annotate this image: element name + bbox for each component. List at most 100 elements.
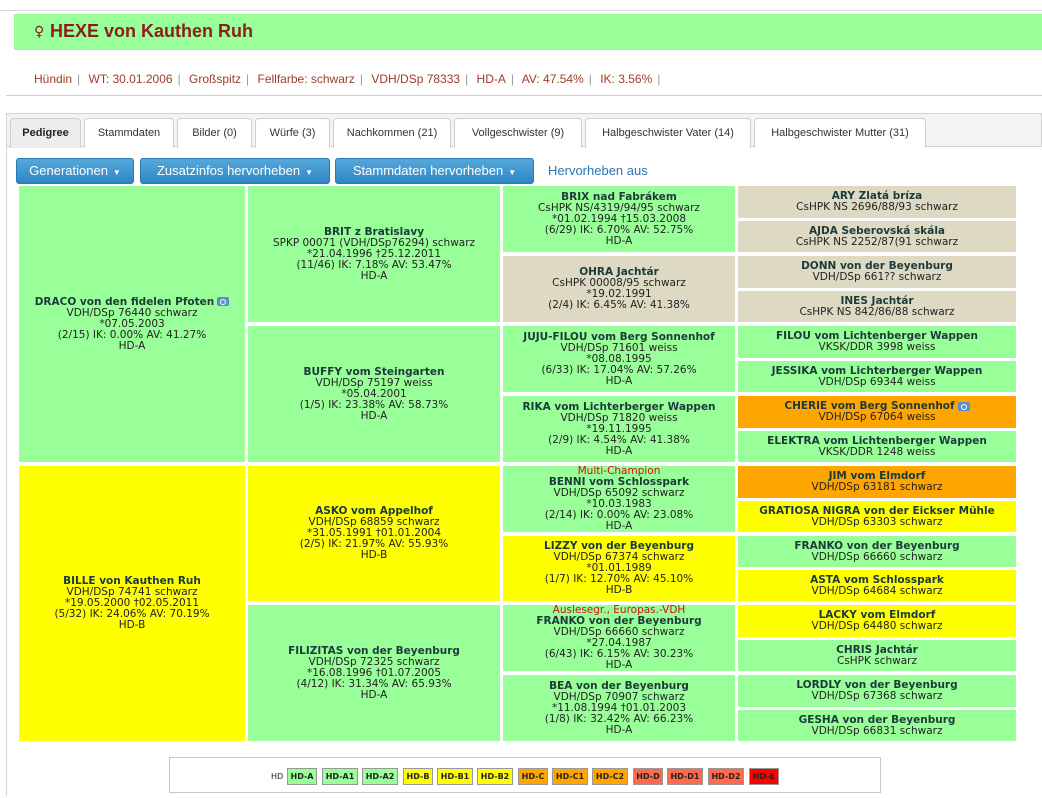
dog-registration: VDH/DSp 67368 schwarz [811, 690, 943, 702]
legend-hd-c: HD-C [518, 768, 548, 785]
pedigree-ancestor-g4[interactable]: GESHA von der Beyenburg VDH/DSp 66831 sc… [738, 710, 1016, 741]
pedigree-ancestor-g4[interactable]: AJDA Seberovská skála CsHPK NS 2252/87(9… [738, 221, 1016, 252]
legend-hd-c1: HD-C1 [552, 768, 588, 785]
highlight-off-link[interactable]: Hervorheben aus [548, 163, 648, 178]
pedigree-great-grandparent[interactable]: Multi-Champion BENNI vom Schlosspark VDH… [503, 466, 735, 532]
female-symbol-icon: ♀ [34, 24, 45, 40]
pedigree-great-grandparent[interactable]: Auslesegr., Europas.-VDH FRANKO von der … [503, 605, 735, 671]
pedigree-ancestor-g4[interactable]: CHRIS Jachtár CsHPK schwarz [738, 640, 1016, 671]
pedigree-dam[interactable]: BILLE von Kauthen Ruh VDH/DSp 74741 schw… [19, 466, 245, 741]
dog-stats: (6/33) IK: 17.04% AV: 57.26% [541, 363, 697, 376]
dog-registration: VDH/DSp 76440 schwarz [66, 306, 198, 319]
legend-hd-d: HD-D [633, 768, 663, 785]
dog-registration: VKSK/DDR 1248 weiss [818, 445, 936, 458]
pedigree-ancestor-g4[interactable]: LACKY vom Elmdorf VDH/DSp 64480 schwarz [738, 605, 1016, 637]
master-data-dropdown-button[interactable]: Stammdaten hervorheben ▼ [335, 158, 534, 184]
dog-name: CHRIS Jachtár [836, 643, 918, 656]
pedigree-sire[interactable]: DRACO von den fidelen Pfoten VDH/DSp 764… [19, 186, 245, 462]
tab-halbgeschwister-mutter[interactable]: Halbgeschwister Mutter (31) [754, 118, 926, 148]
pedigree-ancestor-g4[interactable]: ARY Zlatá bríza CsHPK NS 2696/88/93 schw… [738, 186, 1016, 218]
dog-name: FRANKO von der Beyenburg [794, 539, 960, 552]
pedigree-ancestor-g4[interactable]: FILOU vom Lichtenberger Wappen VKSK/DDR … [738, 326, 1016, 358]
generations-dropdown-button[interactable]: Generationen ▼ [16, 158, 134, 184]
dog-registration: CsHPK NS/4319/94/95 schwarz [538, 201, 700, 214]
dog-stats: (1/8) IK: 32.42% AV: 66.23% [544, 712, 694, 725]
pedigree-grandparent[interactable]: BRIT z Bratislavy SPKP 00071 (VDH/DSp762… [248, 186, 500, 322]
header-divider [6, 95, 1042, 96]
dog-dates: *16.08.1996 †01.07.2005 [306, 666, 442, 679]
pedigree-ancestor-g4[interactable]: DONN von der Beyenburg VDH/DSp 661?? sch… [738, 256, 1016, 288]
camera-icon[interactable] [217, 297, 230, 306]
caret-down-icon: ▼ [305, 168, 313, 177]
dog-registration: VDH/DSp 64480 schwarz [811, 620, 943, 632]
dog-hd: HD-B [118, 619, 146, 631]
dog-dates: *01.02.1994 †15.03.2008 [551, 212, 687, 225]
dog-stats: (4/12) IK: 31.34% AV: 65.93% [296, 677, 452, 690]
pedigree-great-grandparent[interactable]: JUJU-FILOU vom Berg Sonnenhof VDH/DSp 71… [503, 326, 735, 392]
dog-registration: VDH/DSp 69344 weiss [818, 375, 936, 388]
tab-nachkommen[interactable]: Nachkommen (21) [333, 118, 451, 148]
pedigree-ancestor-g4[interactable]: JESSIKA vom Lichterberger Wappen VDH/DSp… [738, 361, 1016, 392]
dog-registration: VKSK/DDR 3998 weiss [818, 341, 936, 353]
dog-registration: VDH/DSp 70907 schwarz [553, 690, 685, 703]
dog-hd: HD-B [360, 549, 388, 561]
legend-hd-b: HD-B [403, 768, 433, 785]
pedigree-great-grandparent[interactable]: LIZZY von der Beyenburg VDH/DSp 67374 sc… [503, 536, 735, 601]
info-registration: VDH/DSp 78333 [371, 72, 461, 86]
dog-registration: VDH/DSp 63303 schwarz [811, 515, 943, 528]
dog-dates: *08.08.1995 [586, 352, 652, 365]
dog-registration: SPKP 00071 (VDH/DSp76294) schwarz [272, 236, 476, 249]
tab-bilder[interactable]: Bilder (0) [177, 118, 252, 148]
dog-hd: HD-A [360, 409, 388, 422]
dog-dates: *11.08.1994 †01.01.2003 [551, 701, 687, 714]
tab-wuerfe[interactable]: Würfe (3) [255, 118, 330, 148]
dog-registration: VDH/DSp 63181 schwarz [811, 481, 943, 493]
tab-vollgeschwister[interactable]: Vollgeschwister (9) [454, 118, 582, 148]
dog-name: DRACO von den fidelen Pfoten [34, 295, 215, 308]
pedigree-ancestor-g4[interactable]: JIM vom Elmdorf VDH/DSp 63181 schwarz [738, 466, 1016, 498]
pedigree-great-grandparent[interactable]: BEA von der Beyenburg VDH/DSp 70907 schw… [503, 675, 735, 741]
pedigree-ancestor-g4[interactable]: FRANKO von der Beyenburg VDH/DSp 66660 s… [738, 536, 1016, 567]
dog-hd: HD-A [118, 339, 146, 352]
pedigree-ancestor-g4[interactable]: CHERIE vom Berg Sonnenhof VDH/DSp 67064 … [738, 396, 1016, 428]
dog-stats: (11/46) IK: 7.18% AV: 53.47% [296, 258, 452, 271]
legend-hd-d1: HD-D1 [667, 768, 703, 785]
legend-hd-b1: HD-B1 [437, 768, 473, 785]
dog-registration: VDH/DSp 67064 weiss [818, 411, 936, 423]
pedigree-ancestor-g4[interactable]: GRATIOSA NIGRA von der Eickser Mühle VDH… [738, 501, 1016, 532]
dog-name: ELEKTRA vom Lichtenberger Wappen [767, 434, 987, 447]
dog-registration: CsHPK schwarz [836, 654, 917, 667]
dog-dates: *07.05.2003 [99, 317, 165, 330]
pedigree-great-grandparent[interactable]: OHRA Jachtár CsHPK 00008/95 schwarz *19.… [503, 256, 735, 322]
caret-down-icon: ▼ [112, 168, 121, 177]
pedigree-ancestor-g4[interactable]: LORDLY von der Beyenburg VDH/DSp 67368 s… [738, 675, 1016, 707]
dog-registration: CsHPK NS 2696/88/93 schwarz [796, 201, 958, 213]
pedigree-ancestor-g4[interactable]: INES Jachtár CsHPK NS 842/86/88 schwarz [738, 291, 1016, 322]
pedigree-grandparent[interactable]: BUFFY vom Steingarten VDH/DSp 75197 weis… [248, 326, 500, 462]
pedigree-ancestor-g4[interactable]: ELEKTRA vom Lichtenberger Wappen VKSK/DD… [738, 431, 1016, 462]
dog-registration: VDH/DSp 71820 weiss [560, 411, 678, 424]
pedigree-grandparent[interactable]: ASKO vom Appelhof VDH/DSp 68859 schwarz … [248, 466, 500, 601]
top-divider [0, 10, 1042, 11]
tab-stammdaten[interactable]: Stammdaten [84, 118, 174, 148]
legend-hd-b2: HD-B2 [477, 768, 513, 785]
camera-icon[interactable] [957, 401, 970, 411]
dog-registration: VDH/DSp 66831 schwarz [811, 724, 943, 737]
pedigree-great-grandparent[interactable]: BRIX nad Fabrákem CsHPK NS/4319/94/95 sc… [503, 186, 735, 252]
dog-header: ♀ HEXE von Kauthen Ruh [14, 14, 1042, 50]
pedigree-grandparent[interactable]: FILIZITAS von der Beyenburg VDH/DSp 7232… [248, 605, 500, 741]
dog-hd: HD-A [605, 234, 633, 247]
dog-name: GRATIOSA NIGRA von der Eickser Mühle [759, 504, 995, 517]
pedigree-ancestor-g4[interactable]: ASTA vom Schlosspark VDH/DSp 64684 schwa… [738, 570, 1016, 601]
tab-halbgeschwister-vater[interactable]: Halbgeschwister Vater (14) [585, 118, 751, 148]
caret-down-icon: ▼ [508, 168, 517, 177]
info-ik: IK: 3.56% [600, 72, 653, 86]
pedigree-great-grandparent[interactable]: RIKA vom Lichterberger Wappen VDH/DSp 71… [503, 396, 735, 462]
dog-stats: (2/9) IK: 4.54% AV: 41.38% [548, 433, 690, 446]
extra-info-dropdown-button[interactable]: Zusatzinfos hervorheben ▼ [140, 158, 330, 184]
info-av: AV: 47.54% [521, 72, 584, 86]
tab-pedigree[interactable]: Pedigree [10, 118, 81, 148]
dog-hd: HD-A [605, 520, 633, 532]
generations-label: Generationen [29, 163, 108, 178]
dog-stats: (1/5) IK: 23.38% AV: 58.73% [299, 398, 449, 411]
